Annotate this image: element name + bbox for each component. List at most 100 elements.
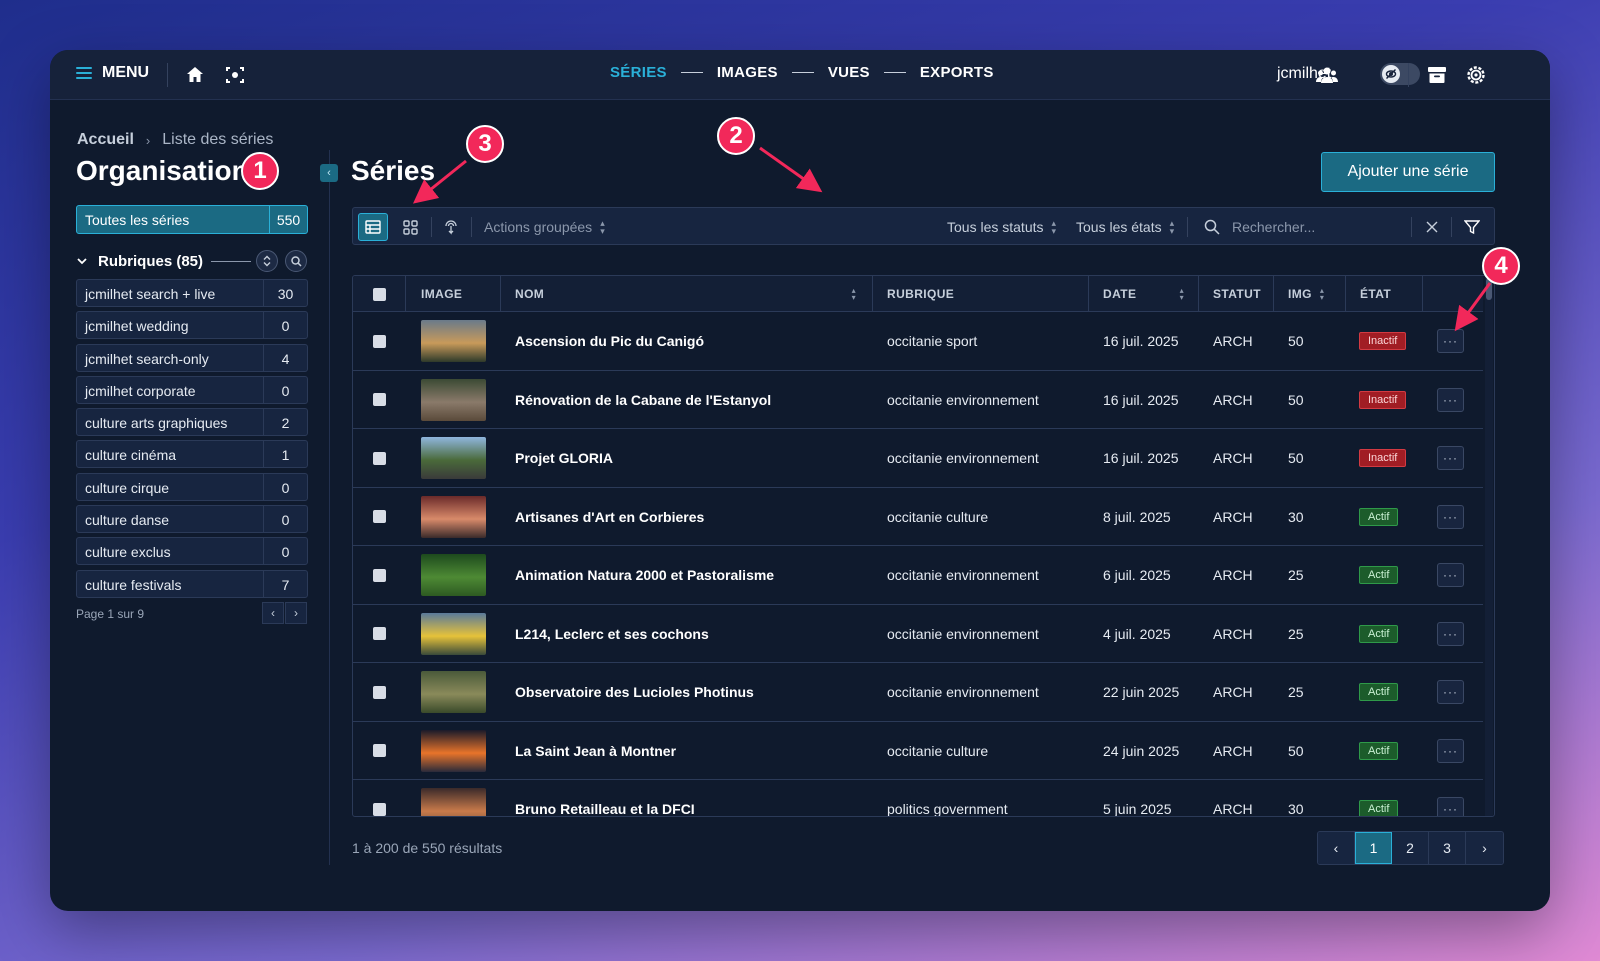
series-name[interactable]: La Saint Jean à Montner xyxy=(515,722,676,780)
more-icon[interactable]: ··· xyxy=(1437,797,1464,816)
series-rubrique: occitanie environnement xyxy=(887,567,1039,583)
row-checkbox[interactable] xyxy=(373,685,386,699)
column-header-name[interactable]: NOM ▴ ▾ xyxy=(501,276,873,312)
archive-icon[interactable] xyxy=(1425,63,1449,87)
rubrique-count: 1 xyxy=(263,441,307,468)
series-name[interactable]: Ascension du Pic du Canigó xyxy=(515,312,704,370)
bulk-actions-select[interactable]: Actions groupées ▴ ▾ xyxy=(484,218,605,235)
add-series-button[interactable]: Ajouter une série xyxy=(1321,152,1495,192)
series-name[interactable]: Animation Natura 2000 et Pastoralisme xyxy=(515,546,774,604)
table-row[interactable]: Artisanes d'Art en Corbieres occitanie c… xyxy=(353,488,1483,546)
page-button[interactable]: 2 xyxy=(1392,832,1429,864)
row-checkbox[interactable] xyxy=(373,451,386,465)
touch-icon[interactable] xyxy=(436,213,466,241)
row-checkbox[interactable] xyxy=(373,802,386,816)
privacy-toggle[interactable] xyxy=(1380,63,1420,85)
page-button[interactable]: 1 xyxy=(1355,832,1392,864)
status-filter-select[interactable]: Tous les statuts ▴ ▾ xyxy=(947,218,1056,235)
nav-tab-exports[interactable]: EXPORTS xyxy=(920,64,994,81)
row-checkbox[interactable] xyxy=(373,568,386,582)
series-thumbnail[interactable] xyxy=(421,437,486,479)
nav-tab-images[interactable]: IMAGES xyxy=(717,64,778,81)
grid-view-icon[interactable] xyxy=(395,213,425,241)
rubrique-item[interactable]: jcmilhet search + live 30 xyxy=(76,279,308,307)
chevron-right-icon[interactable]: › xyxy=(285,602,307,624)
more-icon[interactable]: ··· xyxy=(1437,738,1464,763)
rubrique-item[interactable]: jcmilhet search-only 4 xyxy=(76,343,308,372)
all-series-item[interactable]: Toutes les séries 550 xyxy=(76,205,308,234)
rubriques-label[interactable]: Rubriques (85) xyxy=(98,253,203,270)
nav-tab-vues[interactable]: VUES xyxy=(828,64,870,81)
table-row[interactable]: Bruno Retailleau et la DFCI politics gov… xyxy=(353,780,1483,816)
focus-icon[interactable] xyxy=(223,63,247,87)
series-thumbnail[interactable] xyxy=(421,788,486,816)
table-row[interactable]: Ascension du Pic du Canigó occitanie spo… xyxy=(353,312,1483,371)
series-thumbnail[interactable] xyxy=(421,378,486,421)
series-thumbnail[interactable] xyxy=(421,554,486,596)
sort-icon[interactable] xyxy=(256,250,278,272)
rubrique-item[interactable]: culture festivals 7 xyxy=(76,569,308,598)
series-thumbnail[interactable] xyxy=(421,729,486,772)
table-row[interactable]: Rénovation de la Cabane de l'Estanyol oc… xyxy=(353,371,1483,429)
rubrique-item[interactable]: jcmilhet corporate 0 xyxy=(76,375,308,404)
row-checkbox[interactable] xyxy=(373,393,386,406)
series-name[interactable]: Observatoire des Lucioles Photinus xyxy=(515,663,754,721)
chevron-right-icon[interactable]: › xyxy=(1466,832,1503,864)
filter-icon[interactable] xyxy=(1457,213,1487,241)
series-name[interactable]: Artisanes d'Art en Corbieres xyxy=(515,488,704,546)
more-icon[interactable]: ··· xyxy=(1437,504,1464,529)
series-name[interactable]: L214, Leclerc et ses cochons xyxy=(515,605,709,663)
table-view-icon[interactable] xyxy=(358,213,388,241)
breadcrumb-home[interactable]: Accueil xyxy=(77,131,134,149)
more-icon[interactable]: ··· xyxy=(1437,329,1464,353)
state-filter-select[interactable]: Tous les états ▴ ▾ xyxy=(1076,218,1174,235)
rubrique-item[interactable]: culture danse 0 xyxy=(76,505,308,534)
collapse-sidebar-button[interactable]: ‹ xyxy=(320,164,338,182)
page-button[interactable]: 3 xyxy=(1429,832,1466,864)
menu-button[interactable]: MENU xyxy=(76,64,149,82)
series-name[interactable]: Bruno Retailleau et la DFCI xyxy=(515,780,695,816)
row-actions-cell: ··· xyxy=(1437,546,1464,604)
users-icon[interactable] xyxy=(1315,63,1339,87)
row-checkbox[interactable] xyxy=(373,627,386,640)
more-icon[interactable]: ··· xyxy=(1437,563,1464,587)
series-name[interactable]: Projet GLORIA xyxy=(515,429,613,487)
table-row[interactable]: La Saint Jean à Montner occitanie cultur… xyxy=(353,722,1483,780)
more-icon[interactable]: ··· xyxy=(1437,446,1464,470)
series-img-count: 25 xyxy=(1288,567,1304,583)
row-checkbox[interactable] xyxy=(373,510,386,523)
column-header-img[interactable]: IMG ▴ ▾ xyxy=(1274,276,1346,312)
more-icon[interactable]: ··· xyxy=(1437,387,1464,412)
series-name[interactable]: Rénovation de la Cabane de l'Estanyol xyxy=(515,371,771,429)
table-row[interactable]: Projet GLORIA occitanie environnement 16… xyxy=(353,429,1483,488)
column-header-date[interactable]: DATE ▴ ▾ xyxy=(1089,276,1199,312)
more-icon[interactable]: ··· xyxy=(1437,680,1464,704)
series-thumbnail[interactable] xyxy=(421,320,486,362)
chevron-left-icon[interactable]: ‹ xyxy=(1318,832,1355,864)
chevron-left-icon[interactable]: ‹ xyxy=(262,602,284,624)
select-all-checkbox[interactable] xyxy=(372,287,386,301)
table-row[interactable]: Animation Natura 2000 et Pastoralisme oc… xyxy=(353,546,1483,605)
rubrique-item[interactable]: culture cinéma 1 xyxy=(76,440,308,469)
row-checkbox[interactable] xyxy=(373,744,386,757)
divider xyxy=(1411,217,1412,237)
table-row[interactable]: L214, Leclerc et ses cochons occitanie e… xyxy=(353,605,1483,663)
rubrique-item[interactable]: jcmilhet wedding 0 xyxy=(76,311,308,340)
clear-icon[interactable] xyxy=(1417,213,1447,241)
settings-icon[interactable] xyxy=(1464,63,1488,87)
more-icon[interactable]: ··· xyxy=(1437,621,1464,646)
search-icon[interactable] xyxy=(285,250,307,272)
series-thumbnail[interactable] xyxy=(421,612,486,655)
search-input[interactable] xyxy=(1232,216,1408,238)
rubrique-item[interactable]: culture arts graphiques 2 xyxy=(76,408,308,437)
chevron-down-icon[interactable] xyxy=(76,255,88,267)
rubrique-item[interactable]: culture exclus 0 xyxy=(76,537,308,566)
table-scrollbar[interactable] xyxy=(1485,276,1493,816)
rubrique-item[interactable]: culture cirque 0 xyxy=(76,472,308,501)
nav-tab-series[interactable]: SÉRIES xyxy=(610,64,667,81)
series-thumbnail[interactable] xyxy=(421,495,486,538)
row-checkbox[interactable] xyxy=(373,334,386,348)
series-thumbnail[interactable] xyxy=(421,671,486,713)
table-row[interactable]: Observatoire des Lucioles Photinus occit… xyxy=(353,663,1483,722)
home-icon[interactable] xyxy=(183,63,207,87)
